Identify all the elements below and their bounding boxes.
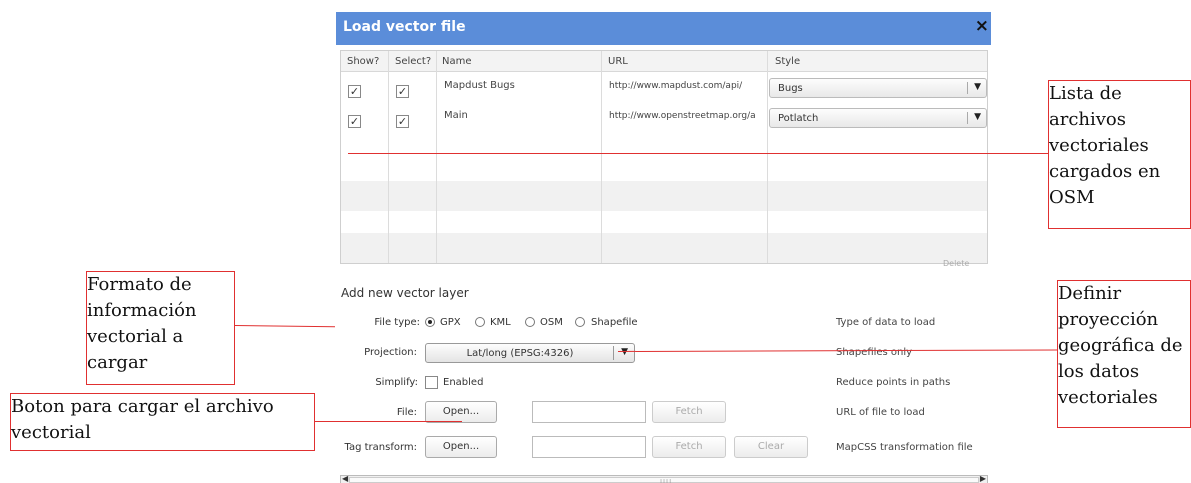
annotation-list-text: Lista de archivos vectoriales cargados e…: [1049, 83, 1161, 208]
annotation-format-callout: Formato de información vectorial a carga…: [86, 271, 235, 385]
table-row[interactable]: ✓ ✓ Mapdust Bugs http://www.mapdust.com/…: [341, 73, 987, 103]
layer-name: Mapdust Bugs: [444, 80, 515, 91]
dropdown-separator: [613, 346, 614, 360]
tag-transform-label: Tag transform:: [344, 442, 418, 453]
scroll-right-icon[interactable]: ▶: [980, 474, 986, 483]
dropdown-separator: [967, 82, 968, 94]
column-header-show[interactable]: Show?: [347, 56, 379, 67]
simplify-help: Reduce points in paths: [836, 377, 951, 388]
annotation-line-button: [315, 421, 462, 422]
annotation-format-text: Formato de información vectorial a carga…: [87, 274, 197, 373]
column-header-style[interactable]: Style: [775, 56, 800, 67]
annotation-button-callout: Boton para cargar el archivo vectorial: [10, 393, 315, 451]
file-help: URL of file to load: [836, 407, 925, 418]
projection-label: Projection:: [364, 347, 417, 358]
radio-osm-label[interactable]: OSM: [540, 317, 563, 328]
fetch-button[interactable]: Fetch: [652, 401, 726, 423]
empty-row: [341, 233, 987, 263]
select-checkbox[interactable]: ✓: [396, 115, 409, 128]
table-row[interactable]: ✓ ✓ Main http://www.openstreetmap.org/a …: [341, 103, 987, 133]
annotation-projection-callout: Definir proyección geográfica de los dat…: [1057, 280, 1191, 428]
grip-icon: ||||: [660, 479, 673, 483]
simplify-label: Simplify:: [375, 377, 418, 388]
layer-url: http://www.mapdust.com/api/: [609, 81, 743, 91]
style-value: Potlatch: [778, 113, 819, 124]
simplify-checkbox-label[interactable]: Enabled: [443, 377, 483, 388]
table-header: Show? Select? Name URL Style: [341, 51, 987, 72]
scroll-left-icon[interactable]: ◀: [342, 474, 348, 483]
column-header-select[interactable]: Select?: [395, 56, 431, 67]
tag-fetch-button[interactable]: Fetch: [652, 436, 726, 458]
empty-row: [341, 181, 987, 211]
vector-layers-table: Show? Select? Name URL Style ✓ ✓ Mapdust…: [340, 50, 988, 264]
style-dropdown[interactable]: Potlatch ▼: [769, 108, 987, 128]
style-value: Bugs: [778, 83, 803, 94]
projection-dropdown[interactable]: Lat/long (EPSG:4326) ▼: [425, 343, 635, 363]
radio-shapefile-label[interactable]: Shapefile: [591, 317, 638, 328]
radio-gpx[interactable]: [425, 317, 435, 327]
show-checkbox[interactable]: ✓: [348, 115, 361, 128]
close-icon[interactable]: ×: [975, 16, 989, 36]
load-vector-file-dialog: Load vector file × Show? Select? Name UR…: [336, 12, 991, 483]
projection-help: Shapefiles only: [836, 347, 913, 358]
annotation-projection-text: Definir proyección geográfica de los dat…: [1058, 283, 1183, 408]
annotation-line-format: [234, 325, 335, 328]
layer-name: Main: [444, 110, 468, 121]
annotation-list-callout: Lista de archivos vectoriales cargados e…: [1048, 80, 1191, 229]
annotation-button-text: Boton para cargar el archivo vectorial: [11, 396, 274, 443]
chevron-down-icon[interactable]: ▼: [974, 82, 981, 92]
tag-transform-url-input[interactable]: [532, 436, 646, 458]
radio-shapefile[interactable]: [575, 317, 585, 327]
radio-osm[interactable]: [525, 317, 535, 327]
dialog-title: Load vector file: [343, 19, 466, 35]
chevron-down-icon[interactable]: ▼: [621, 347, 628, 357]
projection-value: Lat/long (EPSG:4326): [466, 348, 574, 359]
horizontal-scrollbar[interactable]: ◀ |||| ▶: [340, 474, 988, 483]
simplify-checkbox[interactable]: [425, 376, 438, 389]
radio-kml-label[interactable]: KML: [490, 317, 511, 328]
style-dropdown[interactable]: Bugs ▼: [769, 78, 987, 98]
dropdown-separator: [967, 112, 968, 124]
file-label: File:: [396, 407, 417, 418]
file-type-help: Type of data to load: [836, 317, 936, 328]
column-header-url[interactable]: URL: [608, 56, 628, 67]
delete-button[interactable]: Delete: [943, 259, 969, 268]
scrollbar-thumb[interactable]: ||||: [349, 477, 979, 483]
layer-url: http://www.openstreetmap.org/a: [609, 111, 756, 121]
radio-kml[interactable]: [475, 317, 485, 327]
dialog-titlebar[interactable]: Load vector file ×: [336, 12, 991, 45]
show-checkbox[interactable]: ✓: [348, 85, 361, 98]
file-type-label: File type:: [374, 317, 420, 328]
add-layer-heading: Add new vector layer: [341, 286, 469, 300]
open-tag-transform-button[interactable]: Open...: [425, 436, 497, 458]
column-header-name[interactable]: Name: [442, 56, 472, 67]
open-file-button[interactable]: Open...: [425, 401, 497, 423]
chevron-down-icon[interactable]: ▼: [974, 112, 981, 122]
radio-gpx-label[interactable]: GPX: [440, 317, 461, 328]
clear-button[interactable]: Clear: [734, 436, 808, 458]
select-checkbox[interactable]: ✓: [396, 85, 409, 98]
file-url-input[interactable]: [532, 401, 646, 423]
tag-transform-help: MapCSS transformation file: [836, 442, 973, 453]
annotation-line-list: [348, 153, 1048, 154]
